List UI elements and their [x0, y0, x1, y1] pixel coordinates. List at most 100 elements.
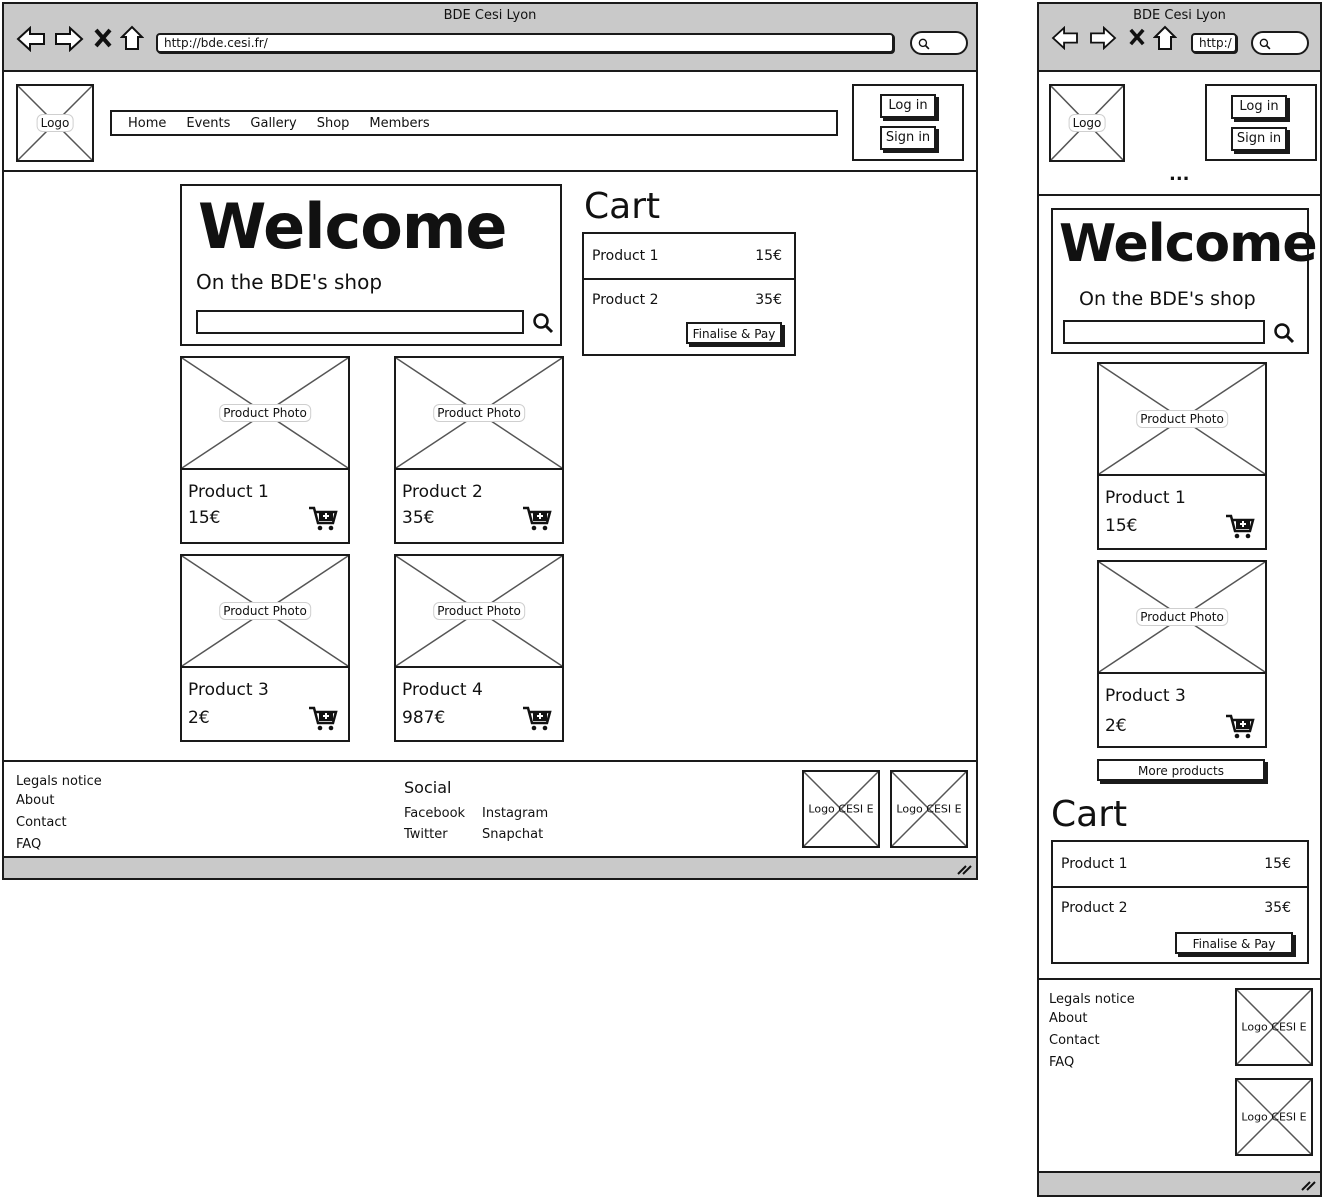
search-input[interactable] — [196, 310, 524, 334]
menu-more-icon[interactable]: ... — [1169, 166, 1190, 184]
welcome-panel: Welcome On the BDE's shop — [1051, 208, 1318, 354]
signin-button[interactable]: Sign in — [880, 126, 936, 150]
product-name: Product 1 — [1105, 488, 1186, 508]
cart-panel: Product 1 15€ Product 2 35€ Finalise & P… — [1051, 840, 1309, 964]
cart-item-name: Product 1 — [1061, 856, 1128, 872]
status-bar — [4, 856, 976, 878]
address-bar[interactable]: http:/ — [1191, 33, 1237, 53]
nav-members[interactable]: Members — [369, 116, 429, 131]
add-to-cart-icon[interactable] — [308, 506, 338, 532]
add-to-cart-icon[interactable] — [522, 706, 552, 732]
search-icon[interactable] — [532, 312, 554, 334]
product-price: 35€ — [402, 508, 435, 528]
footer-legals[interactable]: Legals notice — [16, 774, 102, 789]
window-title: BDE Cesi Lyon — [1133, 8, 1226, 23]
resize-icon[interactable] — [1300, 1178, 1316, 1192]
cart-divider — [584, 278, 794, 280]
footer-about[interactable]: About — [16, 793, 54, 808]
address-bar[interactable]: http://bde.cesi.fr/ — [156, 33, 894, 53]
add-to-cart-icon[interactable] — [1225, 714, 1255, 740]
search-icon — [918, 38, 930, 50]
home-icon[interactable] — [1153, 25, 1177, 51]
product-photo: Product Photo — [1099, 562, 1265, 674]
partner-logo: Logo CESI E — [1235, 988, 1313, 1066]
nav-events[interactable]: Events — [186, 116, 230, 131]
product-price: 15€ — [188, 508, 221, 528]
footer-divider — [4, 760, 976, 762]
back-icon[interactable] — [1051, 26, 1079, 50]
product-card[interactable]: Product Photo Product 1 15€ — [180, 356, 350, 544]
welcome-panel: Welcome On the BDE's shop — [180, 184, 562, 346]
product-card[interactable]: Product Photo Product 3 2€ — [180, 554, 350, 742]
browser-chrome: BDE Cesi Lyon http:/ — [1039, 4, 1320, 72]
cart-item-price: 35€ — [1264, 900, 1291, 916]
search-input[interactable] — [1063, 320, 1265, 344]
cart-item-name: Product 1 — [592, 248, 659, 264]
product-name: Product 3 — [188, 680, 269, 700]
forward-icon[interactable] — [54, 26, 84, 52]
product-name: Product 2 — [402, 482, 483, 502]
cart-item-price: 35€ — [755, 292, 782, 308]
footer-faq[interactable]: FAQ — [16, 837, 41, 852]
product-photo: Product Photo — [182, 358, 348, 470]
social-twitter[interactable]: Twitter — [404, 827, 448, 842]
product-price: 2€ — [188, 708, 210, 728]
cart-item-price: 15€ — [1264, 856, 1291, 872]
logo[interactable]: Logo — [16, 84, 94, 162]
page-subtitle: On the BDE's shop — [196, 270, 383, 294]
footer-contact[interactable]: Contact — [1049, 1033, 1100, 1048]
product-card[interactable]: Product Photo Product 1 15€ — [1097, 362, 1267, 550]
nav-home[interactable]: Home — [128, 116, 166, 131]
social-title: Social — [404, 778, 452, 797]
add-to-cart-icon[interactable] — [308, 706, 338, 732]
product-card[interactable]: Product Photo Product 4 987€ — [394, 554, 564, 742]
footer-contact[interactable]: Contact — [16, 815, 67, 830]
social-snapchat[interactable]: Snapchat — [482, 827, 543, 842]
footer-legals[interactable]: Legals notice — [1049, 992, 1135, 1007]
footer-divider — [1039, 978, 1320, 980]
login-button[interactable]: Log in — [1231, 95, 1287, 119]
resize-icon[interactable] — [956, 862, 972, 876]
nav-shop[interactable]: Shop — [317, 116, 350, 131]
product-price: 15€ — [1105, 516, 1138, 536]
search-icon[interactable] — [1273, 322, 1295, 344]
more-products-button[interactable]: More products — [1097, 759, 1265, 781]
add-to-cart-icon[interactable] — [522, 506, 552, 532]
desktop-window: BDE Cesi Lyon http://bde.cesi.fr/ Logo H… — [2, 2, 978, 880]
finalise-pay-button[interactable]: Finalise & Pay — [1175, 932, 1293, 954]
home-icon[interactable] — [120, 25, 144, 51]
product-name: Product 3 — [1105, 686, 1186, 706]
search-icon — [1259, 38, 1271, 50]
footer-about[interactable]: About — [1049, 1011, 1087, 1026]
social-instagram[interactable]: Instagram — [482, 806, 548, 821]
social-facebook[interactable]: Facebook — [404, 806, 465, 821]
partner-logo: Logo CESI E — [1235, 1078, 1313, 1156]
close-icon[interactable] — [1129, 28, 1145, 46]
status-bar — [1039, 1171, 1320, 1195]
cart-title: Cart — [1051, 794, 1128, 835]
close-icon[interactable] — [94, 28, 112, 48]
header-divider — [4, 170, 976, 172]
browser-search-box[interactable] — [1251, 31, 1309, 55]
product-photo: Product Photo — [396, 556, 562, 668]
partner-logo: Logo CESI E — [802, 770, 880, 848]
cart-item-price: 15€ — [755, 248, 782, 264]
nav-gallery[interactable]: Gallery — [250, 116, 296, 131]
browser-search-box[interactable] — [910, 31, 968, 55]
add-to-cart-icon[interactable] — [1225, 514, 1255, 540]
product-price: 2€ — [1105, 716, 1127, 736]
page-subtitle: On the BDE's shop — [1079, 288, 1256, 310]
product-card[interactable]: Product Photo Product 3 2€ — [1097, 560, 1267, 748]
page-title: Welcome — [198, 190, 507, 263]
window-title: BDE Cesi Lyon — [443, 8, 537, 23]
product-name: Product 4 — [402, 680, 483, 700]
product-card[interactable]: Product Photo Product 2 35€ — [394, 356, 564, 544]
forward-icon[interactable] — [1089, 26, 1117, 50]
signin-button[interactable]: Sign in — [1231, 127, 1287, 151]
product-price: 987€ — [402, 708, 446, 728]
login-button[interactable]: Log in — [880, 94, 936, 118]
back-icon[interactable] — [16, 26, 46, 52]
logo[interactable]: Logo — [1049, 84, 1125, 162]
finalise-pay-button[interactable]: Finalise & Pay — [686, 322, 782, 344]
footer-faq[interactable]: FAQ — [1049, 1055, 1074, 1070]
